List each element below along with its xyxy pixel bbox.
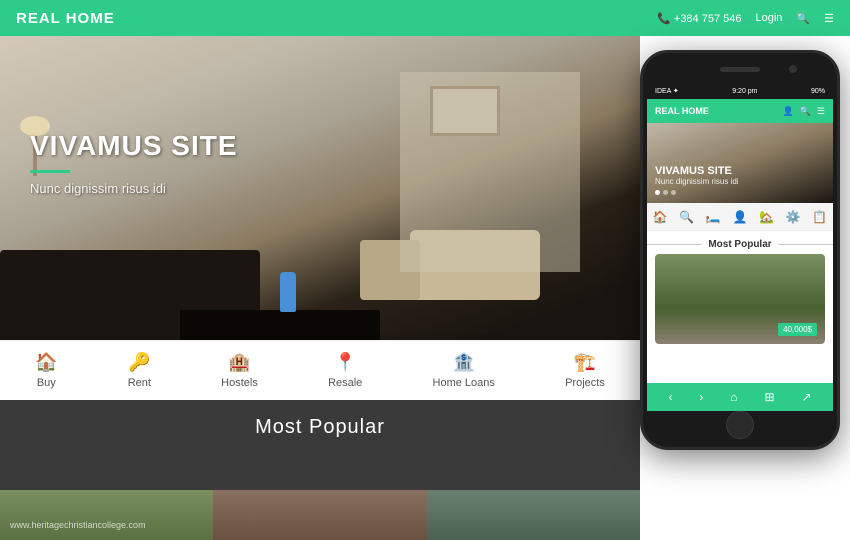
login-button[interactable]: Login [756,12,783,24]
category-home-loans[interactable]: 🏦 Home Loans [433,352,495,389]
hero-subtitle: Nunc dignissim risus idi [30,181,238,196]
phone-share-icon[interactable]: ↗ [801,390,811,404]
phone-hero-title: VIVAMUS SITE [655,165,825,177]
hostels-icon: 🏨 [228,352,250,373]
category-buy[interactable]: 🏠 Buy [35,352,57,389]
phone-mockup: IDEA ✦ 9:20 pm 90% REAL HOME 👤 🔍 ☰ VIVAM… [640,50,840,450]
phone-beds-icon: 🛏️ [706,210,721,224]
buy-label: Buy [37,377,56,389]
phone-status-bar: IDEA ✦ 9:20 pm 90% [647,83,833,99]
painting [430,86,500,136]
phone-brand-logo: REAL HOME [655,106,709,116]
hamburger-menu-icon[interactable]: ☰ [824,12,834,25]
search-icon[interactable]: 🔍 [796,12,810,25]
phone-grid-icon: 📋 [812,210,827,224]
rent-label: Rent [128,377,151,389]
phone-camera [789,65,797,73]
phone-category-icons: 🏠 🔍 🛏️ 👤 🏡 ⚙️ 📋 [647,203,833,231]
phone-speaker [720,67,760,72]
phone-bottom-bar: ‹ › ⌂ ⊞ ↗ [647,383,833,411]
category-bar: 🏠 Buy 🔑 Rent 🏨 Hostels 📍 Resale 🏦 Home L… [0,340,640,400]
phone-carrier: IDEA ✦ [655,87,679,95]
property-thumb-1[interactable] [0,490,213,540]
phone-navbar: REAL HOME 👤 🔍 ☰ [647,99,833,123]
phone-login-icon: 👤 [782,106,793,117]
home-loans-icon: 🏦 [452,352,474,373]
hostels-label: Hostels [221,377,258,389]
hero-divider [30,170,70,173]
navbar: REAL HOME 📞 +384 757 546 Login 🔍 ☰ [0,0,850,36]
phone-search-icon: 🔍 [800,106,811,117]
home-loans-label: Home Loans [433,377,495,389]
phone-nav-icons: 👤 🔍 ☰ [782,106,825,117]
phone-buy-icon: 🏠 [653,210,668,224]
rent-icon: 🔑 [128,352,150,373]
phone-popular-line-left [647,244,702,245]
buy-icon: 🏠 [35,352,57,373]
projects-label: Projects [565,377,605,389]
phone-search2-icon: 🔍 [679,210,694,224]
phone-carousel-dots [655,190,825,195]
phone-dot-3 [671,190,676,195]
property-thumbnails [0,490,640,540]
phone-screen: IDEA ✦ 9:20 pm 90% REAL HOME 👤 🔍 ☰ VIVAM… [647,83,833,411]
phone-number: 📞 +384 757 546 [657,12,741,25]
resale-icon: 📍 [334,352,356,373]
phone-gear-icon: ⚙️ [786,210,801,224]
phone-dot-1 [655,190,660,195]
phone-forward-icon[interactable]: › [699,390,703,404]
phone-battery: 90% [811,88,825,95]
property-thumb-3[interactable] [427,490,640,540]
phone-person-icon: 👤 [732,210,747,224]
phone-popular-header: Most Popular [647,231,833,254]
phone-bookmark-icon[interactable]: ⊞ [764,390,774,404]
phone-popular-title: Most Popular [708,239,771,250]
phone-hero-subtitle: Nunc dignissim risus idi [655,177,825,186]
phone-property-image: 40,000$ [655,254,825,344]
hero-title: VIVAMUS SITE [30,130,238,162]
popular-title: Most Popular [255,416,385,439]
brand-logo: REAL HOME [16,10,115,27]
phone-hero: VIVAMUS SITE Nunc dignissim risus idi [647,123,833,203]
phone-home-icon: 🏡 [759,210,774,224]
category-hostels[interactable]: 🏨 Hostels [221,352,258,389]
vase [280,272,296,312]
phone-home-button[interactable] [726,411,754,439]
category-rent[interactable]: 🔑 Rent [128,352,151,389]
hero-text: VIVAMUS SITE Nunc dignissim risus idi [30,130,238,196]
property-thumb-2[interactable] [213,490,426,540]
projects-icon: 🏗️ [574,352,596,373]
phone-price-badge: 40,000$ [778,323,817,336]
phone-menu-icon: ☰ [817,106,825,117]
phone-dot-2 [663,190,668,195]
watermark: www.heritagechristiancollege.com [10,520,146,530]
navbar-right: 📞 +384 757 546 Login 🔍 ☰ [657,12,834,25]
category-projects[interactable]: 🏗️ Projects [565,352,605,389]
phone-home-btn-icon[interactable]: ⌂ [730,390,737,404]
phone-popular-line-right [778,244,833,245]
resale-label: Resale [328,377,362,389]
category-resale[interactable]: 📍 Resale [328,352,362,389]
phone-back-icon[interactable]: ‹ [668,390,672,404]
phone-time: 9:20 pm [732,88,757,95]
